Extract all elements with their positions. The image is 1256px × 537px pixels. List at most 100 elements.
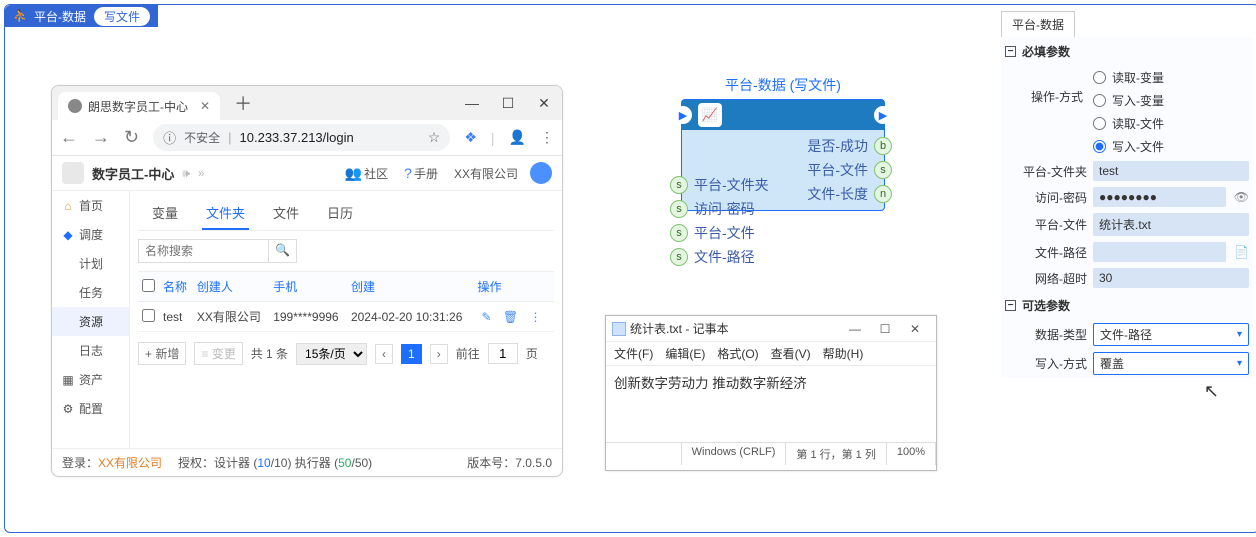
content-area: 变量 文件夹 文件 日历 🔍 名称 创建人 手机 创建 [130, 191, 562, 449]
url-field[interactable]: ⓘ 不安全 | 10.233.37.213/login ☆ [153, 124, 450, 151]
sidebar-item-home[interactable]: ⌂首页 [52, 191, 129, 220]
table-row[interactable]: test XX有限公司 199****9996 2024-02-20 10:31… [138, 302, 554, 332]
tab-variable[interactable]: 变量 [148, 199, 182, 230]
operation-radio-group: 读取-变量 写入-变量 读取-文件 写入-文件 [1093, 66, 1164, 158]
manual-link[interactable]: ?手册 [404, 165, 438, 182]
menu-help[interactable]: 帮助(H) [823, 345, 864, 362]
add-button[interactable]: + 新增 [138, 342, 186, 365]
window-minimize-icon[interactable]: — [454, 95, 490, 111]
nav-back-icon[interactable]: ← [60, 127, 78, 148]
radio-read-var[interactable]: 读取-变量 [1093, 66, 1164, 89]
community-link[interactable]: 👥社区 [345, 165, 388, 182]
col-created[interactable]: 创建 [347, 272, 474, 302]
np-minimize-icon[interactable]: — [840, 322, 870, 336]
flow-node[interactable]: 平台-数据 (写文件) ▶ 📈 ▶ 是否-成功b 平台-文件s 文件-长度n s… [681, 75, 885, 211]
next-page-icon[interactable]: › [430, 344, 448, 364]
np-close-icon[interactable]: ✕ [900, 322, 930, 336]
file-field[interactable]: 统计表.txt [1093, 213, 1249, 236]
select-all-checkbox[interactable] [142, 279, 155, 292]
sound-icon[interactable]: 🕪 [182, 166, 190, 181]
tab-calendar[interactable]: 日历 [323, 199, 357, 230]
node-header[interactable]: ▶ 📈 ▶ [682, 100, 884, 130]
port-dot[interactable]: s [670, 248, 688, 266]
radio-write-var[interactable]: 写入-变量 [1093, 89, 1164, 112]
delete-icon[interactable]: 🗑 [503, 310, 518, 324]
port-dot[interactable]: b [874, 137, 892, 155]
perpage-select[interactable]: 15条/页 [296, 343, 367, 365]
menu-view[interactable]: 查看(V) [771, 345, 811, 362]
kebab-menu-icon[interactable]: ⋮ [540, 129, 554, 146]
notepad-titlebar[interactable]: 统计表.txt - 记事本 — ☐ ✕ [606, 316, 936, 342]
profile-icon[interactable]: 👤 [509, 129, 526, 146]
window-maximize-icon[interactable]: ☐ [490, 95, 526, 112]
port-dot[interactable]: s [670, 200, 688, 218]
browser-address-bar: ← → ↻ ⓘ 不安全 | 10.233.37.213/login ☆ ❖ | … [52, 120, 562, 156]
col-creator[interactable]: 创建人 [193, 272, 269, 302]
radio-read-file[interactable]: 读取-文件 [1093, 112, 1164, 135]
sidebar-item-log[interactable]: 日志 [52, 336, 129, 365]
col-phone[interactable]: 手机 [269, 272, 347, 302]
port-dot[interactable]: s [670, 224, 688, 242]
menu-format[interactable]: 格式(O) [717, 345, 758, 362]
sub-tabs: 变量 文件夹 文件 日历 [138, 197, 554, 231]
inspector-tab[interactable]: 平台-数据 [1001, 11, 1075, 37]
collapse-icon[interactable]: − [1005, 46, 1016, 57]
goto-input[interactable] [488, 343, 518, 364]
app-logo-icon [62, 162, 84, 184]
mouse-cursor-icon: ↖ [1204, 381, 1219, 402]
window-close-icon[interactable]: ✕ [526, 95, 562, 112]
menu-edit[interactable]: 编辑(E) [665, 345, 705, 362]
browser-tab[interactable]: 朗思数字员工-中心 ✕ [58, 92, 220, 120]
notepad-window: 统计表.txt - 记事本 — ☐ ✕ 文件(F) 编辑(E) 格式(O) 查看… [605, 315, 937, 471]
required-section[interactable]: − 必填参数 [1001, 37, 1253, 66]
url-text: 10.233.37.213/login [240, 130, 354, 145]
folder-field[interactable]: test [1093, 161, 1249, 181]
port-dot[interactable]: s [670, 176, 688, 194]
sidebar-item-task[interactable]: 任务 [52, 278, 129, 307]
input-connector-icon[interactable]: ▶ [674, 106, 692, 124]
sidebar-item-resource[interactable]: 资源 [52, 307, 129, 336]
password-field[interactable]: ●●●●●●●● [1093, 187, 1226, 207]
company-label: XX有限公司 [454, 165, 518, 182]
optional-section[interactable]: − 可选参数 [1001, 291, 1253, 320]
extension-icon[interactable]: ❖ [464, 129, 477, 146]
port-dot[interactable]: n [874, 185, 892, 203]
prev-page-icon[interactable]: ‹ [375, 344, 393, 364]
nav-reload-icon[interactable]: ↻ [124, 127, 139, 148]
notepad-content[interactable]: 创新数字劳动力 推动数字新经济 [606, 366, 936, 442]
edit-icon[interactable]: ✎ [481, 310, 491, 324]
operation-label: 操作-方式 [1001, 66, 1083, 105]
sidebar-item-config[interactable]: ⚙配置 [52, 394, 129, 423]
expand-icon[interactable]: » [198, 166, 205, 180]
notepad-statusbar: Windows (CRLF) 第 1 行，第 1 列 100% [606, 442, 936, 465]
sidebar-item-asset[interactable]: ▦资产 [52, 365, 129, 394]
page-1-button[interactable]: 1 [401, 344, 422, 364]
nav-forward-icon[interactable]: → [92, 127, 110, 148]
output-connector-icon[interactable]: ▶ [874, 106, 892, 124]
writemode-select[interactable]: 覆盖▾ [1093, 352, 1249, 375]
search-input[interactable] [138, 239, 268, 263]
radio-write-file[interactable]: 写入-文件 [1093, 135, 1164, 158]
tab-file[interactable]: 文件 [269, 199, 303, 230]
np-maximize-icon[interactable]: ☐ [870, 322, 900, 336]
change-button[interactable]: ≡ 变更 [194, 342, 242, 365]
collapse-icon[interactable]: − [1005, 300, 1016, 311]
port-dot[interactable]: s [874, 161, 892, 179]
document-icon[interactable]: 📄 [1234, 245, 1249, 259]
tab-close-icon[interactable]: ✕ [200, 99, 210, 113]
timeout-field[interactable]: 30 [1093, 268, 1249, 288]
new-tab-button[interactable]: ＋ [234, 90, 252, 116]
sidebar-item-plan[interactable]: 计划 [52, 249, 129, 278]
datatype-select[interactable]: 文件-路径▾ [1093, 323, 1249, 346]
search-icon[interactable]: 🔍 [268, 239, 297, 263]
more-icon[interactable]: ⋮ [529, 310, 541, 324]
path-field[interactable] [1093, 242, 1226, 262]
avatar-icon[interactable] [530, 162, 552, 184]
star-icon[interactable]: ☆ [428, 129, 441, 146]
tab-folder[interactable]: 文件夹 [202, 199, 249, 230]
eye-icon[interactable]: 👁 [1234, 190, 1249, 204]
sidebar-item-schedule[interactable]: ◆调度 [52, 220, 129, 249]
col-name[interactable]: 名称 [159, 272, 193, 302]
row-checkbox[interactable] [142, 309, 155, 322]
menu-file[interactable]: 文件(F) [614, 345, 653, 362]
